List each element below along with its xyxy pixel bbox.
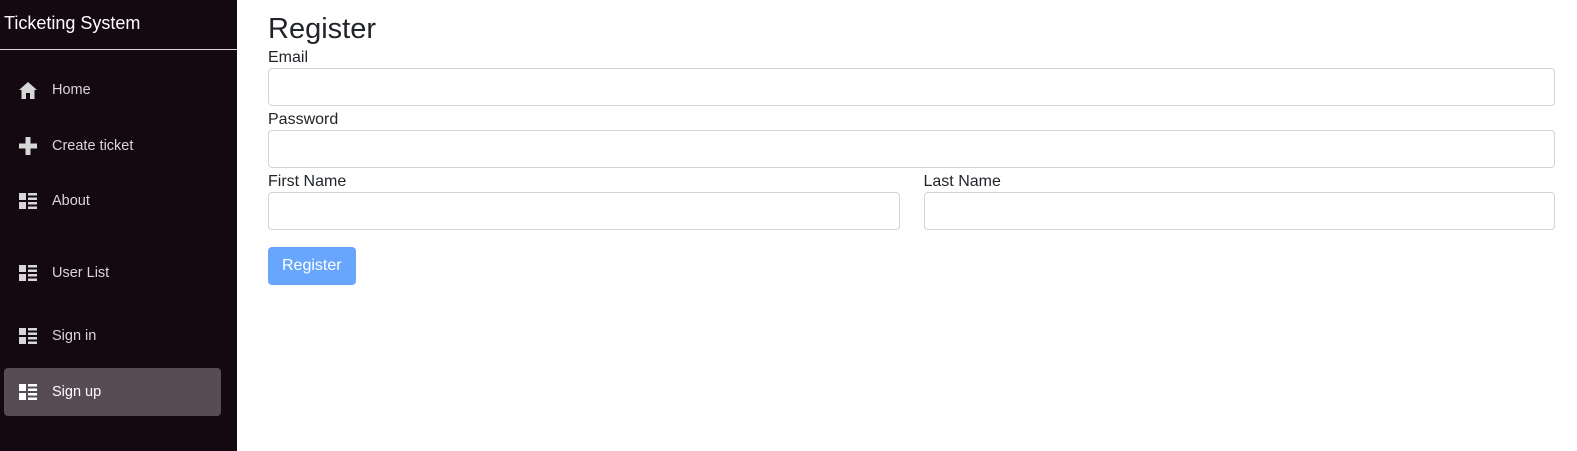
name-row: First Name Last Name bbox=[268, 172, 1555, 230]
password-field[interactable] bbox=[268, 130, 1555, 168]
plus-icon bbox=[18, 136, 38, 156]
register-form: Email Password First Name Last Name Regi… bbox=[268, 48, 1565, 285]
list-icon bbox=[18, 263, 38, 283]
sidebar: Ticketing System Home Create ticket Abou… bbox=[0, 0, 237, 451]
password-label: Password bbox=[268, 111, 339, 128]
app-title[interactable]: Ticketing System bbox=[0, 0, 237, 50]
list-icon bbox=[18, 382, 38, 402]
sidebar-item-user-list[interactable]: User List bbox=[4, 249, 221, 297]
register-button[interactable]: Register bbox=[268, 247, 356, 285]
email-label: Email bbox=[268, 49, 309, 66]
last-name-label: Last Name bbox=[923, 173, 1001, 190]
first-name-field[interactable] bbox=[268, 192, 900, 230]
sidebar-item-label: Create ticket bbox=[52, 138, 134, 154]
sidebar-item-about[interactable]: About bbox=[4, 177, 221, 225]
sidebar-item-label: Sign in bbox=[52, 328, 97, 344]
sidebar-item-sign-up[interactable]: Sign up bbox=[4, 368, 221, 416]
sidebar-item-label: About bbox=[52, 193, 90, 209]
sidebar-item-label: User List bbox=[52, 265, 110, 281]
first-name-group: First Name bbox=[268, 172, 900, 230]
sidebar-item-create-ticket[interactable]: Create ticket bbox=[4, 122, 221, 170]
sidebar-item-sign-in[interactable]: Sign in bbox=[4, 312, 221, 360]
sidebar-item-label: Sign up bbox=[52, 384, 102, 400]
main-content: Register Email Password First Name Last … bbox=[237, 0, 1577, 451]
home-icon bbox=[18, 80, 38, 100]
sidebar-item-label: Home bbox=[52, 82, 91, 98]
list-icon bbox=[18, 326, 38, 346]
email-field[interactable] bbox=[268, 68, 1555, 106]
sidebar-item-home[interactable]: Home bbox=[4, 66, 221, 114]
last-name-field[interactable] bbox=[923, 192, 1555, 230]
page-title: Register bbox=[268, 13, 376, 45]
last-name-group: Last Name bbox=[923, 172, 1555, 230]
list-icon bbox=[18, 191, 38, 211]
first-name-label: First Name bbox=[268, 173, 347, 190]
